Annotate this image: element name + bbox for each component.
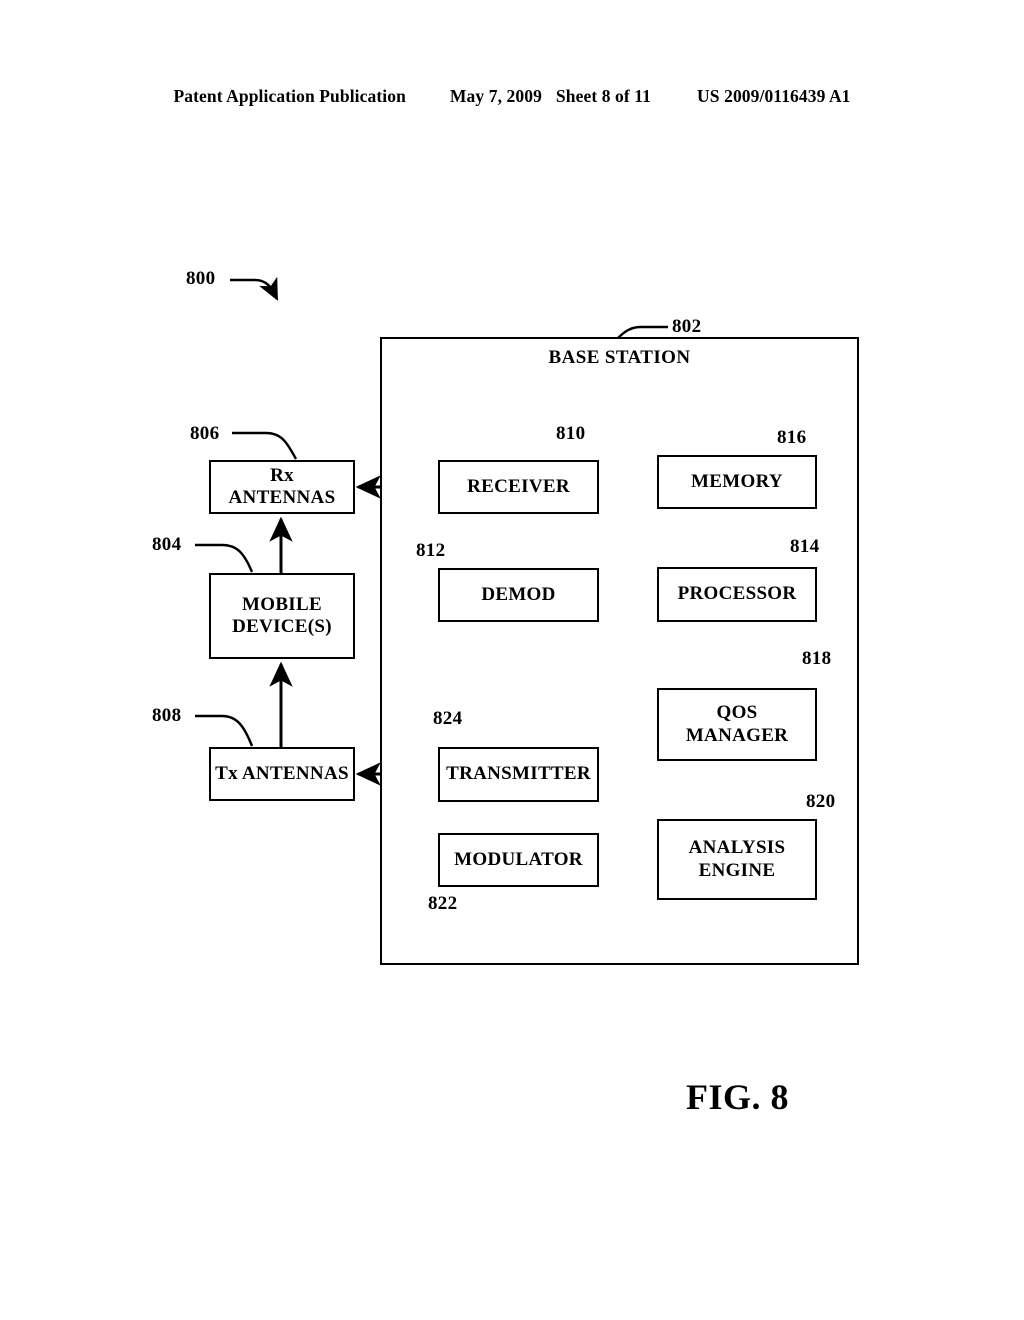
base-station-title: BASE STATION <box>548 347 691 368</box>
reference-numeral-808: 808 <box>152 705 182 726</box>
node-qos-manager[interactable]: QOS MANAGER <box>657 688 817 761</box>
node-modulator-label: MODULATOR <box>454 848 583 870</box>
node-transmitter-label: TRANSMITTER <box>446 763 591 785</box>
node-tx-antennas[interactable]: Tx ANTENNAS <box>209 747 355 801</box>
node-transmitter[interactable]: TRANSMITTER <box>438 747 599 802</box>
node-mobile-devices-label: MOBILE DEVICE(S) <box>228 594 336 639</box>
reference-numeral-818: 818 <box>802 648 832 669</box>
node-mobile-devices[interactable]: MOBILE DEVICE(S) <box>209 573 355 659</box>
node-mobile-devices-label-line1: MOBILE <box>242 593 322 615</box>
node-demod-label: DEMOD <box>481 583 556 605</box>
reference-numeral-802: 802 <box>672 316 702 337</box>
node-memory-label: MEMORY <box>691 470 783 492</box>
reference-numeral-806: 806 <box>190 423 220 444</box>
node-memory[interactable]: MEMORY <box>657 455 817 509</box>
node-tx-antennas-label: Tx ANTENNAS <box>215 762 349 784</box>
reference-numeral-804: 804 <box>152 534 182 555</box>
node-analysis-engine-label-line2: ENGINE <box>698 859 776 881</box>
node-receiver-label: RECEIVER <box>467 475 570 497</box>
node-analysis-engine[interactable]: ANALYSIS ENGINE <box>657 819 817 900</box>
node-mobile-devices-label-line2: DEVICE(S) <box>232 616 332 637</box>
reference-numeral-822: 822 <box>428 893 458 914</box>
reference-numeral-816: 816 <box>777 427 807 448</box>
node-modulator[interactable]: MODULATOR <box>438 833 599 887</box>
figure-caption: FIG. 8 <box>686 1077 790 1117</box>
reference-numeral-800: 800 <box>186 268 216 289</box>
reference-numeral-812: 812 <box>416 540 446 561</box>
node-processor-label: PROCESSOR <box>677 583 797 605</box>
node-qos-manager-label: QOS MANAGER <box>685 702 789 746</box>
node-rx-antennas[interactable]: Rx ANTENNAS <box>209 460 355 514</box>
reference-numeral-824: 824 <box>433 708 463 729</box>
reference-numeral-810: 810 <box>556 423 586 444</box>
node-receiver[interactable]: RECEIVER <box>438 460 599 514</box>
node-analysis-engine-label-line1: ANALYSIS <box>688 837 786 859</box>
reference-numeral-814: 814 <box>790 536 820 557</box>
node-processor[interactable]: PROCESSOR <box>657 567 817 622</box>
node-demod[interactable]: DEMOD <box>438 568 599 622</box>
node-analysis-engine-label: ANALYSIS ENGINE <box>685 837 790 882</box>
node-rx-antennas-label: Rx ANTENNAS <box>228 464 336 508</box>
reference-numeral-820: 820 <box>806 791 836 812</box>
figure-diagram: BASE STATION Rx ANTENNAS MOBILE DEVICE(S… <box>0 0 1024 1320</box>
